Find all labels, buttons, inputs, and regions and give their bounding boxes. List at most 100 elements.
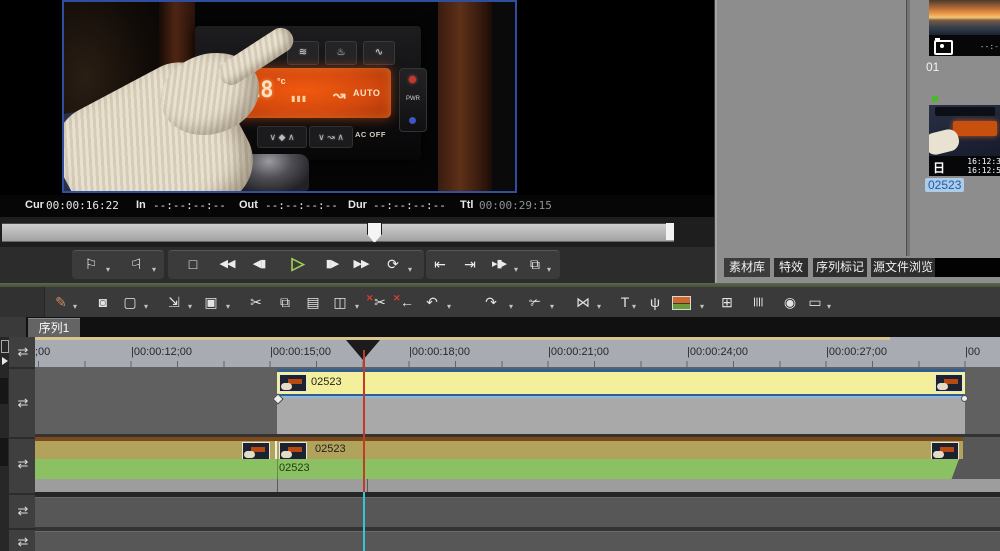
mark-in-button[interactable]: ⚐ — [81, 251, 101, 277]
timeline-clip-video[interactable]: 02523 — [277, 369, 965, 396]
mark-out-caret-icon[interactable]: ▾ — [152, 265, 156, 274]
marker-pen-caret-icon[interactable]: ▾ — [73, 302, 77, 311]
play-button[interactable]: ▷ — [286, 251, 310, 277]
bin-splitter[interactable] — [906, 0, 910, 256]
rear-defrost-icon: ♨ — [337, 47, 346, 58]
audio-mixer-button[interactable]: ≣ — [749, 291, 769, 313]
open-import-caret-icon[interactable]: ▾ — [188, 302, 192, 311]
fast-forward-button[interactable]: ▶▶ — [347, 251, 375, 277]
marker-pen-button[interactable]: ✎ — [51, 291, 71, 313]
power-red-led — [409, 76, 416, 83]
track-a2-toggle[interactable]: ⇄ — [13, 534, 33, 550]
ruler-track-toggle[interactable]: ⇄ — [13, 344, 33, 360]
audio-track-2[interactable] — [35, 531, 1000, 551]
playhead-line[interactable] — [363, 350, 365, 492]
in-timecode: --:--:--:-- — [153, 199, 226, 212]
scrubber-track[interactable] — [2, 223, 674, 242]
track-select-arrow-icon[interactable] — [2, 357, 8, 365]
clip-handle-right[interactable] — [961, 395, 968, 402]
loop-caret-icon[interactable]: ▾ — [408, 265, 412, 274]
copy-button[interactable]: ⧉ — [275, 291, 295, 313]
bin-item-02523-thumbnail[interactable]: 日 16:12:3 16:12:5 — [929, 105, 1000, 176]
timeline-ruler[interactable]: ;00 |00:00:12;00 |00:00:15;00 |00:00:18;… — [35, 337, 1000, 368]
layout-button[interactable]: ▭ — [805, 291, 825, 313]
loop-play-button[interactable]: ⟳ — [383, 251, 403, 277]
audio-track-1[interactable] — [35, 497, 1000, 528]
transition-button[interactable]: ⋈ — [573, 291, 593, 313]
mark-out-button[interactable]: ⚐ — [126, 251, 146, 277]
redo-button[interactable]: ↷ — [481, 291, 501, 313]
header-separator — [9, 437, 35, 439]
goto-in-button[interactable]: ⇤ — [430, 251, 450, 277]
preview-scrubber[interactable] — [0, 217, 714, 247]
track-2va-toggle[interactable]: ⇄ — [13, 456, 33, 472]
mark-in-caret-icon[interactable]: ▾ — [106, 265, 110, 274]
transition-caret-icon[interactable]: ▾ — [597, 302, 601, 311]
tab-sequence-markers[interactable]: 序列标记 — [813, 258, 867, 277]
multicam-button[interactable]: ⊞ — [717, 291, 737, 313]
audio-sub-strip[interactable] — [35, 479, 1000, 492]
scrubber-end-cap — [666, 223, 674, 240]
tab-source-browser[interactable]: 源文件浏览 — [871, 258, 935, 277]
ruler-label: |00:00:18;00 — [409, 346, 470, 358]
redo-caret-icon[interactable]: ▾ — [509, 302, 513, 311]
export-button[interactable] — [670, 291, 696, 313]
save-project-caret-icon[interactable]: ▾ — [226, 302, 230, 311]
open-import-button[interactable]: ⇲ — [164, 291, 184, 313]
ac-off-label: AC OFF — [355, 130, 386, 139]
bin-item-02523-label[interactable]: 02523 — [925, 178, 964, 192]
export-caret-icon[interactable]: ▾ — [700, 302, 704, 311]
play-around-button[interactable]: ▸▮▸ — [485, 251, 513, 277]
step-back-button[interactable]: ◀▮ — [245, 251, 273, 277]
bin-item-01-infobar: --:- — [929, 35, 1000, 56]
new-clip-button[interactable]: ▢ — [120, 291, 140, 313]
bin-item-01-label[interactable]: 01 — [926, 60, 939, 74]
timeline-clip-video-2[interactable]: 02523 — [35, 441, 963, 459]
tab-sequence-1[interactable]: 序列1 — [28, 318, 80, 338]
monitor-area: ≋ ♨ ∿ 18 °c ▮▮▮ ↝ AUTO ∨ ◆ ∧ ∨ ↝ ∧ AC OF… — [0, 0, 714, 283]
output-button[interactable]: ⧉ — [525, 251, 545, 277]
clip-expanded-area[interactable] — [277, 398, 965, 434]
add-cut-point-button[interactable]: ✃ — [525, 291, 545, 313]
title-caret-icon[interactable]: ▾ — [632, 302, 636, 311]
bin-item-01-thumbnail[interactable]: --:- — [929, 0, 1000, 56]
undo-caret-icon[interactable]: ▾ — [447, 302, 451, 311]
output-caret-icon[interactable]: ▾ — [547, 265, 551, 274]
strip-boundary — [367, 479, 368, 492]
timeline-clip-audio[interactable]: 02523 — [35, 459, 959, 479]
replace-caret-icon[interactable]: ▾ — [355, 302, 359, 311]
video-preview[interactable]: ≋ ♨ ∿ 18 °c ▮▮▮ ↝ AUTO ∨ ◆ ∧ ∨ ↝ ∧ AC OF… — [62, 0, 517, 193]
save-project-icon: ▣ — [204, 294, 217, 310]
stop-button[interactable]: □ — [183, 251, 203, 277]
voiceover-button[interactable]: ψ — [645, 291, 665, 313]
play-around-caret-icon[interactable]: ▾ — [514, 265, 518, 274]
save-project-button[interactable]: ▣ — [201, 291, 221, 313]
cut-button[interactable]: ✂ — [246, 291, 266, 313]
add-cut-caret-icon[interactable]: ▾ — [550, 302, 554, 311]
tab-effects[interactable]: 特效 — [774, 258, 808, 277]
color-correction-button[interactable]: ◉ — [780, 291, 800, 313]
track-patch-block[interactable] — [0, 378, 8, 404]
snapshot-button[interactable]: ◙ — [93, 291, 113, 313]
dur-label: Dur — [348, 199, 367, 211]
replace-button[interactable]: ◫ — [330, 291, 350, 313]
track-a1-toggle[interactable]: ⇄ — [13, 503, 33, 519]
tab-material-library[interactable]: 素材库 — [724, 258, 770, 277]
track-patch-block[interactable] — [0, 438, 8, 466]
title-icon: T — [621, 294, 630, 310]
goto-out-button[interactable]: ⇥ — [460, 251, 480, 277]
timeline-corner-widget[interactable] — [1, 340, 9, 353]
new-clip-caret-icon[interactable]: ▾ — [144, 302, 148, 311]
ripple-delete-button[interactable]: ✕✂ — [370, 291, 390, 313]
redo-icon: ↷ — [485, 294, 497, 310]
undo-button[interactable]: ↶ — [422, 291, 442, 313]
rewind-button[interactable]: ◀◀ — [213, 251, 241, 277]
track-1v-toggle[interactable]: ⇄ — [13, 395, 33, 411]
paste-button[interactable]: ▤ — [303, 291, 323, 313]
delete-in-out-button[interactable]: ✕← — [397, 291, 417, 313]
timeline-body[interactable]: ;00 |00:00:12;00 |00:00:15;00 |00:00:18;… — [35, 337, 1000, 551]
goto-in-icon: ⇤ — [434, 256, 446, 272]
step-forward-button[interactable]: ▮▶ — [318, 251, 346, 277]
layout-caret-icon[interactable]: ▾ — [827, 302, 831, 311]
bin-tab-bar: 素材库 特效 序列标记 源文件浏览 — [715, 258, 1000, 277]
